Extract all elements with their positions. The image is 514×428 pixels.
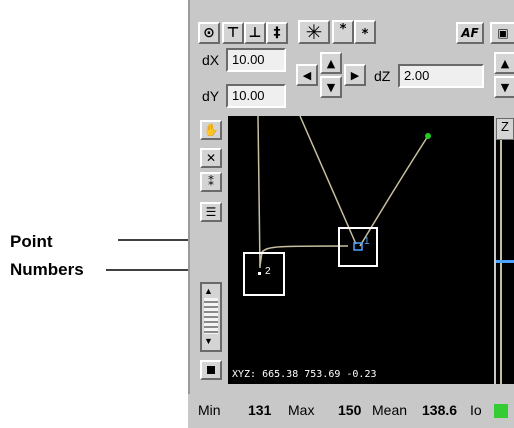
point-number-2: 2 [265, 266, 271, 277]
delete-point-icon: ✕ [205, 151, 217, 165]
secondary-panel-header[interactable]: Z [496, 118, 514, 140]
arrow-up-icon: ▲ [500, 56, 510, 70]
list-icon: ☰ [205, 205, 217, 219]
trace-overlay [243, 116, 431, 296]
dx-label: dX [202, 52, 220, 68]
z-down-button[interactable]: ▼ [494, 76, 514, 98]
zoom-slider-down-icon: ▼ [204, 336, 213, 346]
secondary-viewport[interactable] [496, 140, 514, 384]
point-number-1: 1 [364, 236, 370, 247]
asterisk-up-button[interactable]: * [332, 20, 354, 44]
delete-point-button[interactable]: ✕ [200, 148, 222, 168]
delete-all-icon: ⁑ [208, 175, 214, 189]
nudge-down-button[interactable]: ▼ [320, 76, 342, 98]
nudge-up-button[interactable]: ▲ [320, 52, 342, 74]
dx-field[interactable]: 10.00 [226, 48, 286, 72]
hand-icon: ✋ [203, 123, 219, 137]
asterisk-down-button[interactable]: * [354, 20, 376, 44]
target-icon: ⊙ [203, 25, 215, 41]
point-box-1 [338, 227, 378, 267]
snap-top-button[interactable]: ⊤ [222, 22, 244, 44]
snap-bottom-icon: ⊥ [248, 25, 262, 41]
asterisk-button[interactable]: ✳ [298, 20, 330, 44]
arrow-down-icon: ▼ [500, 80, 510, 94]
dz-label: dZ [374, 68, 391, 84]
snap-middle-button[interactable]: ‡ [266, 22, 288, 44]
min-value: 131 [248, 402, 272, 418]
camera-button[interactable]: ▣ [490, 22, 514, 44]
z-up-button[interactable]: ▲ [494, 52, 514, 74]
snap-top-icon: ⊤ [226, 25, 240, 41]
nudge-left-button[interactable]: ◀ [296, 64, 318, 86]
camera-icon: ▣ [497, 26, 509, 40]
autofocus-label: AF [461, 26, 479, 40]
io-label: Io [470, 402, 482, 418]
image-viewport[interactable]: 1 2 XYZ: 665.38 753.69 -0.23 [228, 116, 494, 384]
point-box-2 [243, 252, 285, 296]
max-label: Max [288, 402, 315, 418]
list-button[interactable]: ☰ [200, 202, 222, 222]
max-value: 150 [338, 402, 362, 418]
delete-all-button[interactable]: ⁑ [200, 172, 222, 192]
trace-path-right [359, 135, 429, 247]
asterisk-icon: ✳ [305, 20, 323, 44]
arrow-down-icon: ▼ [326, 80, 336, 94]
status-indicator [494, 404, 508, 418]
asterisk-down-icon: * [361, 27, 369, 42]
zoom-slider[interactable]: ▲ ▼ [200, 282, 222, 352]
secondary-panel-label: Z [501, 119, 509, 134]
asterisk-up-icon: * [339, 22, 347, 37]
square-icon [207, 366, 215, 374]
pan-tool-button[interactable]: ✋ [200, 120, 222, 140]
mean-label: Mean [372, 402, 408, 418]
snap-bottom-button[interactable]: ⊥ [244, 22, 266, 44]
trace-path-connector [259, 245, 349, 267]
zoom-slider-up-icon: ▲ [204, 286, 213, 296]
endpoint-marker [425, 133, 431, 139]
xyz-readout: XYZ: 665.38 753.69 -0.23 [232, 369, 377, 380]
autofocus-button[interactable]: AF [456, 22, 484, 44]
arrow-up-icon: ▲ [326, 56, 336, 70]
secondary-marker [496, 260, 514, 263]
trace-path-left [257, 116, 261, 269]
dz-field[interactable]: 2.00 [398, 64, 484, 88]
min-label: Min [198, 402, 221, 418]
arrow-left-icon: ◀ [302, 68, 312, 82]
dy-label: dY [202, 88, 220, 104]
trace-path-diagonal [299, 116, 357, 245]
dy-field[interactable]: 10.00 [226, 84, 286, 108]
app-window: ⊙ ⊤ ⊥ ‡ ✳ * * AF ▣ dX 10.00 dY 10.00 ◀ ▲… [188, 0, 514, 428]
status-bar: Min 131 Max 150 Mean 138.6 Io [188, 394, 514, 428]
point-marker-2 [258, 272, 261, 275]
snap-middle-icon: ‡ [273, 25, 281, 41]
stop-button[interactable] [200, 360, 222, 380]
center-target-button[interactable]: ⊙ [198, 22, 220, 44]
zoom-slider-thumb[interactable] [204, 298, 218, 334]
arrow-right-icon: ▶ [350, 68, 360, 82]
mean-value: 138.6 [422, 402, 458, 418]
nudge-right-button[interactable]: ▶ [344, 64, 366, 86]
